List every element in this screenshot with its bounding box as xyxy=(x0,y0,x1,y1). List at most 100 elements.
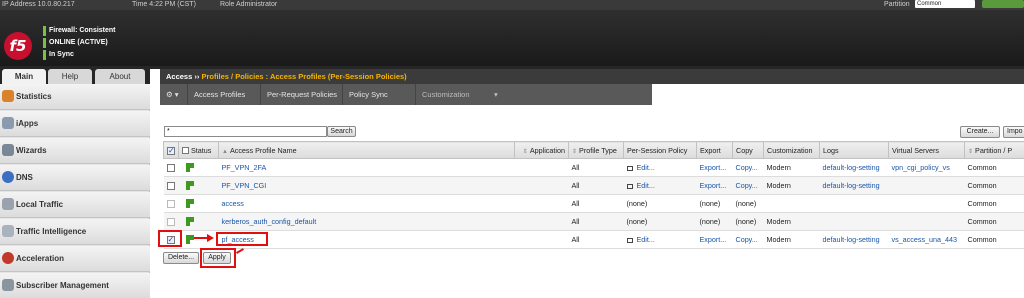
tab-policy-sync[interactable]: Policy Sync xyxy=(343,84,416,105)
logs-cell xyxy=(819,212,889,231)
table-row: kerberos_auth_config_default All (none) … xyxy=(163,212,1024,231)
sidebar-item-statistics[interactable]: Statistics xyxy=(0,84,150,110)
export-cell: (none) xyxy=(696,212,733,231)
partition-cell: Common xyxy=(964,212,1024,231)
tab-main[interactable]: Main xyxy=(2,69,46,84)
header: f5 Firewall: Consistent ONLINE (ACTIVE) … xyxy=(0,10,1024,66)
breadcrumb-root[interactable]: Access xyxy=(166,72,192,81)
logs-header: Logs xyxy=(819,141,889,159)
profile-name-link[interactable]: PF_VPN_CGI xyxy=(222,181,267,190)
tab-per-request-policies[interactable]: Per-Request Policies xyxy=(261,84,343,105)
tab-customization[interactable]: Customization ▾ xyxy=(416,84,506,105)
sub-toolbar: ⚙ ▾ Access Profiles Per-Request Policies… xyxy=(160,84,652,105)
logs-header-label: Logs xyxy=(823,145,839,155)
sidebar-item-dns[interactable]: DNS xyxy=(0,165,150,191)
logs-link[interactable]: default-log-setting xyxy=(823,235,880,244)
copy-link[interactable]: Copy... xyxy=(736,181,758,190)
sync-status: In Sync xyxy=(43,50,116,62)
profile-type-cell: All xyxy=(568,176,624,195)
partition-cell: Common xyxy=(964,176,1024,195)
application-header-label: Application xyxy=(529,145,565,155)
export-link[interactable]: Export... xyxy=(700,235,727,244)
copy-link[interactable]: Copy... xyxy=(736,235,758,244)
logs-cell xyxy=(819,194,889,213)
row-checkbox[interactable] xyxy=(166,182,175,191)
customization-cell: Modern xyxy=(763,176,820,195)
f5-logo: f5 xyxy=(4,32,32,60)
tab-about[interactable]: About xyxy=(95,69,145,84)
sidebar-item-acceleration[interactable]: Acceleration xyxy=(0,246,150,272)
sidebar-item-iapps[interactable]: iApps xyxy=(0,111,150,137)
profile-type-cell: All xyxy=(568,194,624,213)
row-checkbox[interactable] xyxy=(166,218,175,227)
partition-select[interactable]: Common xyxy=(915,0,975,8)
partition-cell: Common xyxy=(964,158,1024,177)
profile-type-cell: All xyxy=(568,230,624,249)
sidebar-item-label: Acceleration xyxy=(16,254,65,263)
logs-link[interactable]: default-log-setting xyxy=(823,163,880,172)
sidebar-item-label: Statistics xyxy=(16,92,52,101)
export-link[interactable]: Export... xyxy=(700,181,727,190)
status-filter-icon[interactable] xyxy=(182,147,189,155)
annotation-checkbox-highlight xyxy=(158,230,182,247)
tab-help[interactable]: Help xyxy=(48,69,92,84)
ip-address-text: IP Address 10.0.80.217 xyxy=(2,1,75,8)
sidebar-item-local-traffic[interactable]: Local Traffic xyxy=(0,192,150,218)
row-checkbox[interactable] xyxy=(166,164,175,173)
partition-header[interactable]: ⇕ Partition / P xyxy=(964,141,1024,159)
profile-name-link[interactable]: PF_VPN_2FA xyxy=(222,163,267,172)
customization-cell: Modern xyxy=(763,212,820,231)
select-all-checkbox[interactable] xyxy=(167,146,175,155)
status-flag-icon xyxy=(185,235,194,245)
breadcrumb-path: Profiles / Policies : Access Profiles (P… xyxy=(201,72,407,81)
sidebar-item-label: Traffic Intelligence xyxy=(16,227,87,236)
customization-cell xyxy=(763,194,820,213)
name-header[interactable]: ▲ Access Profile Name xyxy=(218,141,515,159)
export-link[interactable]: Export... xyxy=(700,163,727,172)
import-button[interactable]: Impo xyxy=(1003,126,1024,138)
virtual-server-link[interactable]: vs_access_una_443 xyxy=(892,235,958,244)
policy-edit-link[interactable]: Edit... xyxy=(637,235,655,244)
profile-name-link[interactable]: access xyxy=(222,199,244,208)
copy-header-label: Copy xyxy=(736,145,753,155)
row-checkbox[interactable] xyxy=(166,200,175,209)
policy-edit-link[interactable]: Edit... xyxy=(637,163,655,172)
status-header[interactable]: Status xyxy=(178,141,219,159)
copy-cell: (none) xyxy=(732,194,764,213)
local-traffic-icon xyxy=(2,198,14,210)
profile-type-cell: All xyxy=(568,212,624,231)
profile-type-header[interactable]: ⇕ Profile Type xyxy=(568,141,624,159)
partition-cell: Common xyxy=(964,230,1024,249)
create-button[interactable]: Create... xyxy=(960,126,1000,138)
gear-menu-icon[interactable]: ⚙ ▾ xyxy=(160,84,188,105)
customization-header: Customization xyxy=(763,141,820,159)
table-row: access All (none) (none) (none) Common xyxy=(163,194,1024,213)
application-header[interactable]: ⇕ Application xyxy=(514,141,569,159)
copy-link[interactable]: Copy... xyxy=(736,163,758,172)
tab-access-profiles[interactable]: Access Profiles xyxy=(188,84,261,105)
search-input[interactable] xyxy=(164,126,327,137)
select-all-header[interactable] xyxy=(163,141,179,159)
policy-edit-link[interactable]: Edit... xyxy=(637,181,655,190)
virtual-servers-header-label: Virtual Servers xyxy=(892,145,940,155)
delete-button[interactable]: Delete... xyxy=(163,252,199,264)
virtual-server-link[interactable]: vpn_cgi_policy_vs xyxy=(892,163,950,172)
per-session-policy-header-label: Per-Session Policy xyxy=(627,145,688,155)
export-cell: (none) xyxy=(696,194,733,213)
logout-button[interactable] xyxy=(982,0,1024,8)
customization-label: Customization xyxy=(422,90,470,99)
annotation-arrow-line xyxy=(194,237,208,239)
logs-link[interactable]: default-log-setting xyxy=(823,181,880,190)
sidebar-item-subscriber-management[interactable]: Subscriber Management xyxy=(0,273,150,298)
firewall-status: Firewall: Consistent xyxy=(43,26,116,38)
dns-icon xyxy=(2,171,14,183)
sidebar-item-traffic-intelligence[interactable]: Traffic Intelligence xyxy=(0,219,150,245)
partition-header-label: Partition / P xyxy=(975,145,1013,155)
customization-header-label: Customization xyxy=(767,145,813,155)
sidebar-item-wizards[interactable]: Wizards xyxy=(0,138,150,164)
profile-name-link[interactable]: kerberos_auth_config_default xyxy=(222,217,317,226)
traffic-intelligence-icon xyxy=(2,225,14,237)
search-button[interactable]: Search xyxy=(327,126,356,137)
virtual-servers-header: Virtual Servers xyxy=(888,141,965,159)
status-flag-icon xyxy=(185,199,194,209)
